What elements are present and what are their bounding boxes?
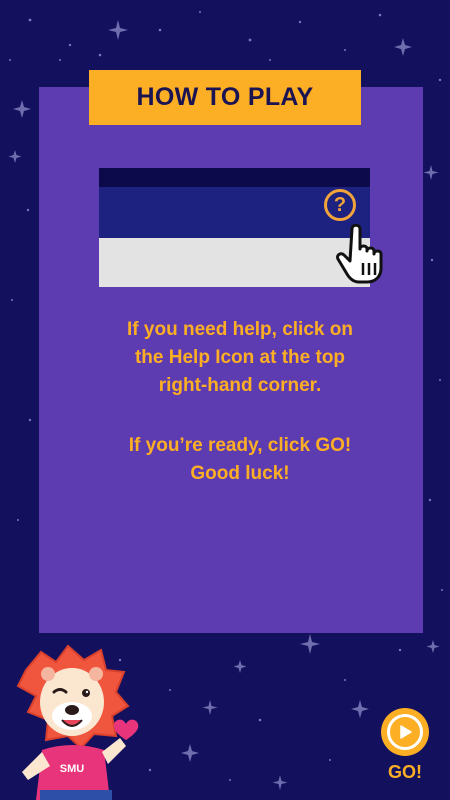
hand-pointer-icon xyxy=(336,223,383,284)
go-button-ring xyxy=(387,714,423,750)
instruction-line: If you’re ready, click GO! xyxy=(128,435,352,456)
instructions-text: If you need help, click on the Help Icon… xyxy=(60,316,420,488)
go-button[interactable] xyxy=(381,708,429,756)
title-banner: HOW TO PLAY xyxy=(89,70,361,125)
demo-content-area xyxy=(99,238,370,287)
demo-status-bar xyxy=(99,168,370,187)
page-title: HOW TO PLAY xyxy=(136,83,314,111)
instruction-line: right-hand corner. xyxy=(158,375,322,396)
instruction-line: the Help Icon at the top xyxy=(134,347,346,368)
lion-mascot-icon: SMU xyxy=(16,644,139,800)
game-screen: HOW TO PLAY ? If you need help, click on… xyxy=(0,0,450,800)
mascot-shirt-text: SMU xyxy=(60,763,85,775)
instruction-line: Good luck! xyxy=(190,463,290,484)
instruction-line: If you need help, click on xyxy=(127,319,353,340)
play-icon xyxy=(400,725,412,739)
go-button-label[interactable]: GO! xyxy=(380,762,430,783)
help-icon: ? xyxy=(324,189,356,221)
help-demo-illustration xyxy=(99,168,370,287)
help-icon-glyph: ? xyxy=(333,194,347,216)
